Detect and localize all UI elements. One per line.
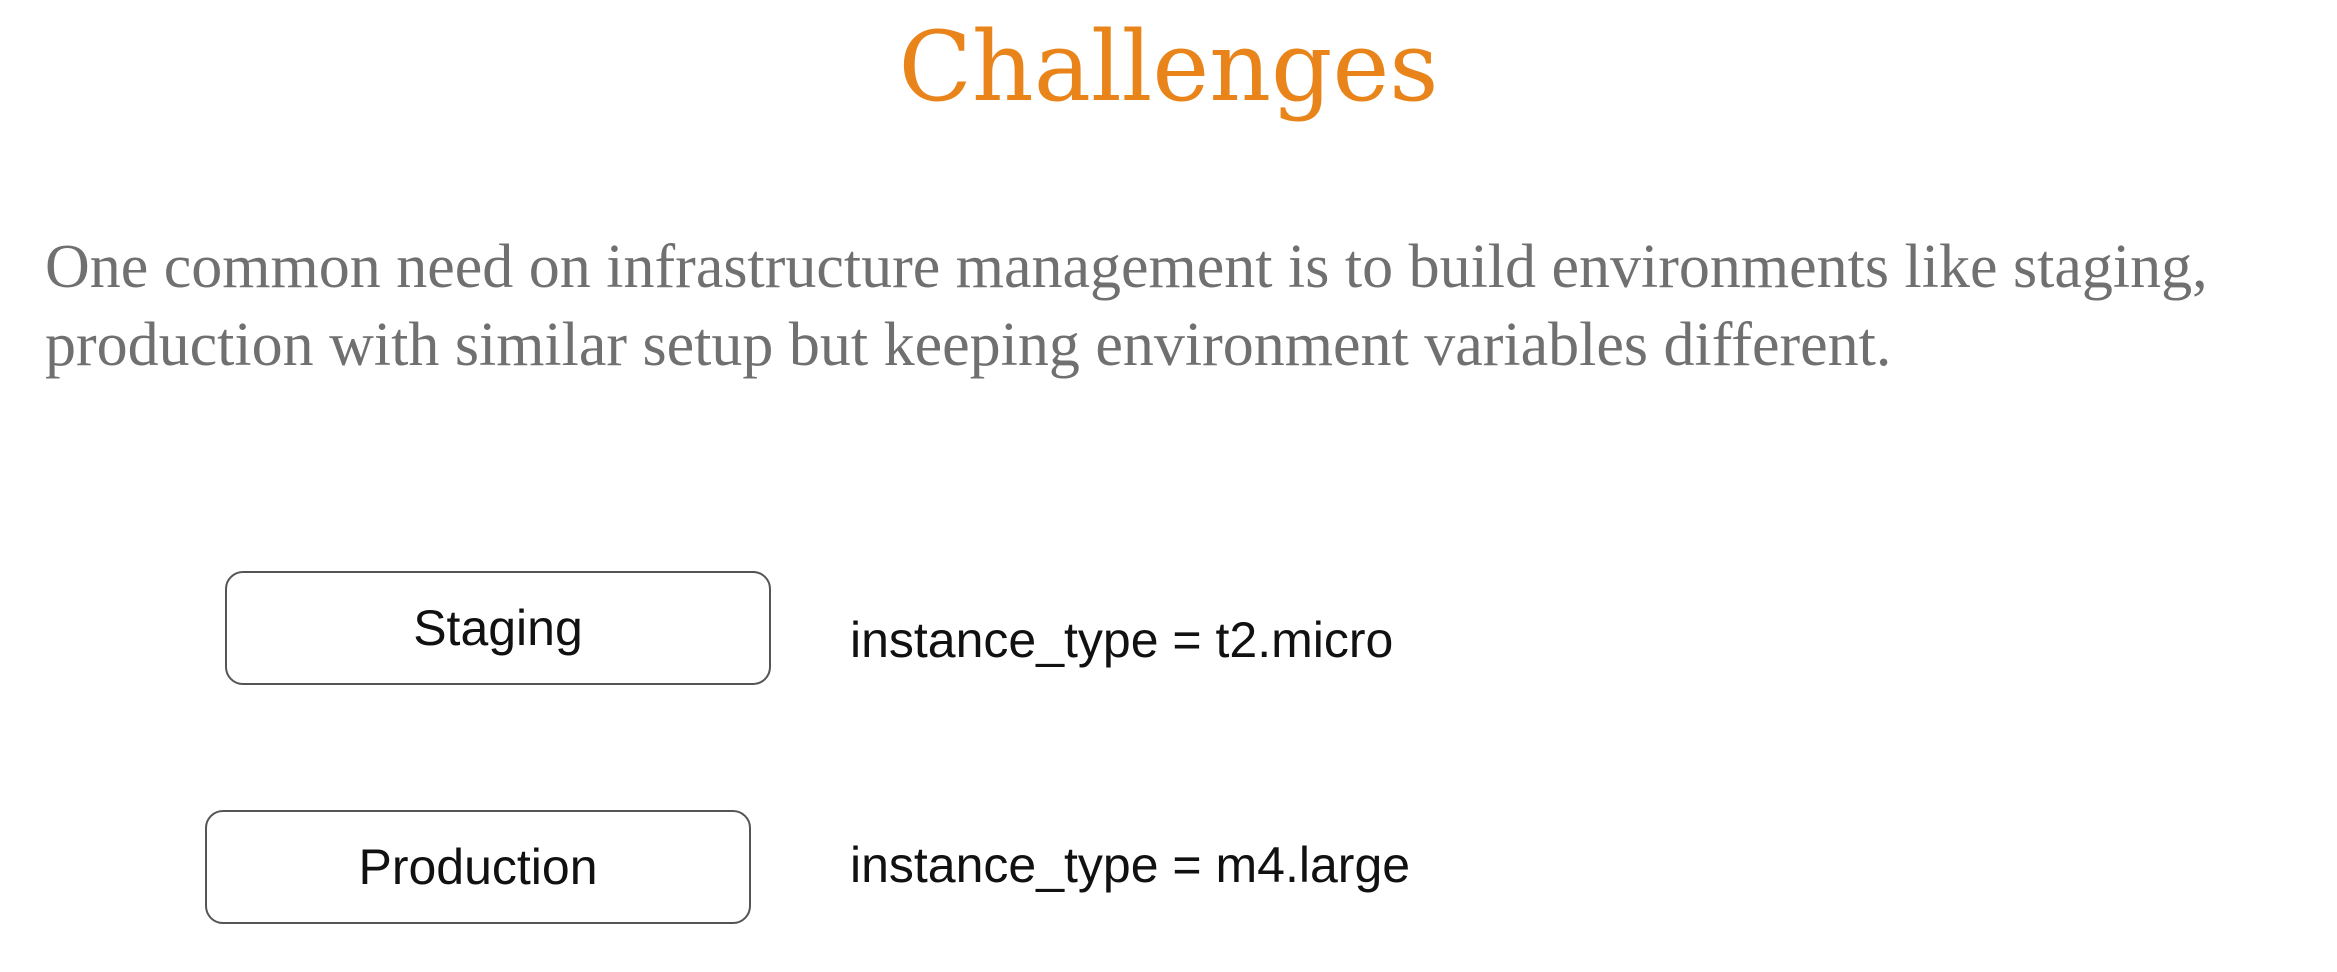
production-box: Production <box>205 810 751 924</box>
slide-description: One common need on infrastructure manage… <box>45 228 2295 384</box>
production-label: Production <box>358 839 598 895</box>
staging-box: Staging <box>225 571 771 685</box>
description-line-1: One common need on infrastructure manage… <box>45 233 2208 301</box>
description-line-2: production with similar setup but keepin… <box>45 311 1892 379</box>
staging-instance-type: instance_type = t2.micro <box>850 612 1394 668</box>
staging-label: Staging <box>413 600 583 656</box>
production-instance-type: instance_type = m4.large <box>850 837 1411 893</box>
slide-title: Challenges <box>898 11 1439 123</box>
